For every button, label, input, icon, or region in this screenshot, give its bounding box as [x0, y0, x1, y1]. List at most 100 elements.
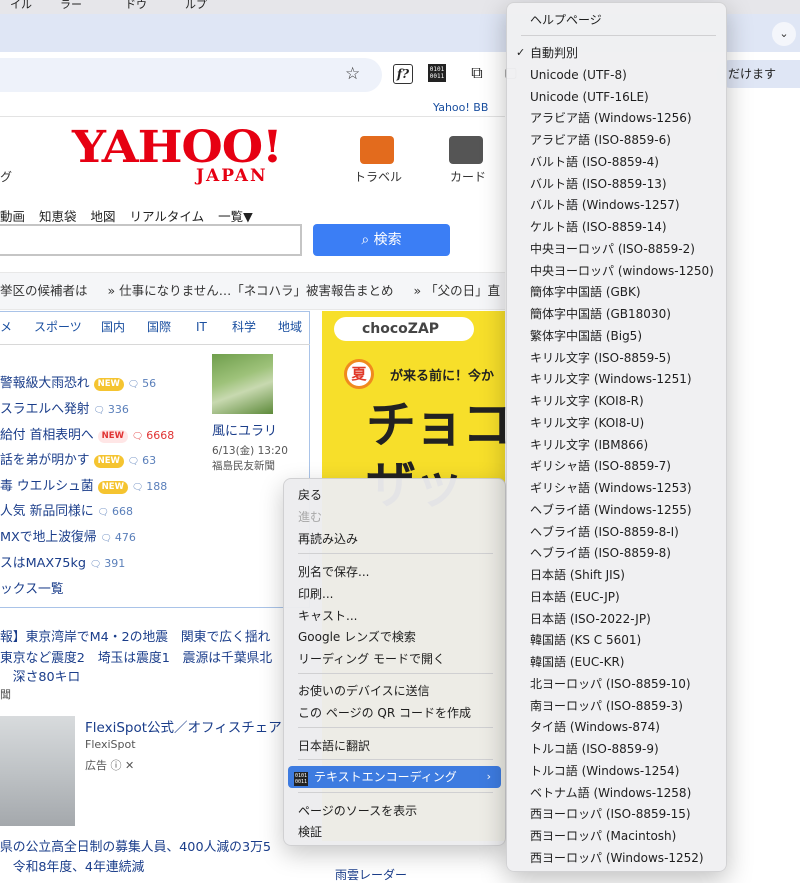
menubar-item[interactable]: イル: [10, 0, 32, 12]
encoding-help-page[interactable]: ヘルプページ: [511, 9, 722, 31]
encoding-option[interactable]: ✓ 自動判別: [511, 42, 722, 64]
yahoo-bb-link[interactable]: Yahoo! BB: [433, 101, 488, 114]
subnav-realtime[interactable]: リアルタイム: [130, 209, 205, 224]
menubar-item[interactable]: ラー: [60, 0, 82, 12]
context-menu-item[interactable]: この ページの QR コードを作成: [288, 702, 501, 724]
encoding-option[interactable]: 中央ヨーロッパ (ISO-8859-2): [511, 238, 722, 260]
context-menu-item[interactable]: 印刷...: [288, 583, 501, 605]
ticker-item[interactable]: » 仕事になりません…「ネコハラ」被害報告まとめ: [108, 283, 394, 298]
news-headline[interactable]: 人気 新品同様に 🗨 668: [0, 500, 133, 519]
encoding-option[interactable]: 簡体字中国語 (GBK): [511, 281, 722, 303]
menubar-item[interactable]: ルプ: [185, 0, 207, 12]
extensions-puzzle-icon[interactable]: ⧉: [466, 62, 488, 84]
comment-count[interactable]: 🗨 668: [98, 505, 133, 518]
encoding-option[interactable]: トルコ語 (Windows-1254): [511, 760, 722, 782]
encoding-option[interactable]: 西ヨーロッパ (ISO-8859-15): [511, 803, 722, 825]
encoding-option[interactable]: 日本語 (EUC-JP): [511, 586, 722, 608]
subnav-list[interactable]: 一覧▼: [218, 209, 253, 224]
flexispot-ad-title[interactable]: FlexiSpot公式／オフィスチェア: [85, 716, 282, 736]
comment-count[interactable]: 🗨 63: [128, 454, 156, 467]
address-bar[interactable]: [0, 58, 382, 92]
comment-count[interactable]: 🗨 6668: [132, 429, 174, 442]
comment-count[interactable]: 🗨 476: [101, 531, 136, 544]
lower-news-line[interactable]: 報】東京湾岸でM4・2の地震 関東で広く揺れ: [0, 626, 270, 645]
encoding-option[interactable]: トルコ語 (ISO-8859-9): [511, 738, 722, 760]
context-menu-item[interactable]: 戻る: [288, 484, 501, 506]
encoding-option[interactable]: 日本語 (Shift JIS): [511, 564, 722, 586]
feature-thumbnail[interactable]: [212, 354, 273, 414]
encoding-option[interactable]: バルト語 (ISO-8859-4): [511, 151, 722, 173]
encoding-option[interactable]: キリル文字 (KOI8-U): [511, 412, 722, 434]
comment-count[interactable]: 🗨 56: [128, 377, 156, 390]
lower-news-line[interactable]: 東京など震度2 埼玉は震度1 震源は千葉県北: [0, 647, 272, 666]
ad-label[interactable]: 広告 ⓘ ✕: [85, 757, 134, 773]
search-button[interactable]: ⌕ 検索: [313, 224, 450, 256]
encoding-option[interactable]: 簡体字中国語 (GB18030): [511, 303, 722, 325]
encoding-option[interactable]: ヘブライ語 (ISO-8859-8): [511, 542, 722, 564]
tab-science[interactable]: 科学: [232, 312, 256, 342]
encoding-option[interactable]: 西ヨーロッパ (Macintosh): [511, 825, 722, 847]
tab-search-chevron-icon[interactable]: ⌄: [772, 22, 796, 46]
encoding-option[interactable]: キリル文字 (ISO-8859-5): [511, 347, 722, 369]
context-menu-item[interactable]: 検証: [288, 821, 501, 843]
lower-news-line[interactable]: 深さ80キロ: [0, 666, 80, 685]
ticker-item[interactable]: » 「父の日」直: [413, 283, 500, 298]
comment-count[interactable]: 🗨 188: [132, 480, 167, 493]
ticker-item[interactable]: 挙区の候補者は: [0, 283, 88, 298]
encoding-option[interactable]: Unicode (UTF-16LE): [511, 86, 722, 108]
encoding-option[interactable]: アラビア語 (ISO-8859-6): [511, 129, 722, 151]
search-input[interactable]: [0, 224, 302, 256]
news-headline[interactable]: 毒 ウエルシュ菌 NEW 🗨 188: [0, 475, 167, 494]
context-menu-item[interactable]: キャスト...: [288, 605, 501, 627]
comment-count[interactable]: 🗨 391: [90, 557, 125, 570]
feature-title[interactable]: 風にユラリ: [212, 420, 277, 439]
news-headline[interactable]: スラエルへ発射 🗨 336: [0, 398, 129, 417]
tab-entertainment[interactable]: メ: [0, 312, 12, 342]
tab-international[interactable]: 国際: [147, 312, 171, 342]
encoding-option[interactable]: 日本語 (ISO-2022-JP): [511, 608, 722, 630]
news-headline[interactable]: 話を弟が明かす NEW 🗨 63: [0, 449, 156, 468]
tab-sports[interactable]: スポーツ: [34, 312, 82, 342]
travel-suitcase-icon[interactable]: [360, 136, 394, 164]
bottom-news-line[interactable]: 県の公立高全日制の募集人員、400人減の3万5: [0, 836, 271, 855]
extension-f-icon[interactable]: f?: [393, 64, 413, 84]
news-headline[interactable]: 給付 首相表明へ NEW 🗨 6668: [0, 424, 174, 443]
bookmark-star-icon[interactable]: ☆: [345, 64, 360, 84]
encoding-option[interactable]: 中央ヨーロッパ (windows-1250): [511, 260, 722, 282]
news-headline[interactable]: ックス一覧: [0, 578, 64, 597]
service-label-card[interactable]: カード: [450, 168, 486, 185]
news-headline[interactable]: 警報級大雨恐れ NEW 🗨 56: [0, 372, 156, 391]
tab-local[interactable]: 地域: [278, 312, 302, 342]
tab-domestic[interactable]: 国内: [101, 312, 125, 342]
encoding-option[interactable]: 繁体字中国語 (Big5): [511, 325, 722, 347]
context-menu-item[interactable]: 日本語に翻訳: [288, 735, 501, 757]
encoding-option[interactable]: バルト語 (ISO-8859-13): [511, 173, 722, 195]
encoding-option[interactable]: キリル文字 (KOI8-R): [511, 390, 722, 412]
subnav-chiebukuro[interactable]: 知恵袋: [39, 209, 77, 224]
encoding-option[interactable]: キリル文字 (Windows-1251): [511, 368, 722, 390]
news-headline[interactable]: スはMAX75kg 🗨 391: [0, 552, 125, 571]
tab-it[interactable]: IT: [196, 312, 207, 342]
card-icon[interactable]: [449, 136, 483, 164]
encoding-option[interactable]: 韓国語 (KS C 5601): [511, 629, 722, 651]
comment-count[interactable]: 🗨 336: [94, 403, 129, 416]
encoding-option[interactable]: タイ語 (Windows-874): [511, 716, 722, 738]
encoding-option[interactable]: 韓国語 (EUC-KR): [511, 651, 722, 673]
encoding-option[interactable]: 南ヨーロッパ (ISO-8859-3): [511, 695, 722, 717]
encoding-option[interactable]: ヘブライ語 (ISO-8859-8-I): [511, 521, 722, 543]
encoding-option[interactable]: キリル文字 (IBM866): [511, 434, 722, 456]
service-label-travel[interactable]: トラベル: [354, 168, 402, 185]
flexispot-ad-image[interactable]: [0, 716, 75, 826]
subnav-video[interactable]: 動画: [0, 209, 25, 224]
menubar-item[interactable]: ドウ: [125, 0, 147, 12]
encoding-option[interactable]: ヘブライ語 (Windows-1255): [511, 499, 722, 521]
context-menu-item[interactable]: 別名で保存...: [288, 561, 501, 583]
encoding-option[interactable]: 西ヨーロッパ (Windows-1252): [511, 847, 722, 869]
encoding-option[interactable]: ギリシャ語 (ISO-8859-7): [511, 455, 722, 477]
context-menu-item[interactable]: 再読み込み: [288, 528, 501, 550]
news-headline[interactable]: MXで地上波復帰 🗨 476: [0, 526, 136, 545]
subnav-map[interactable]: 地図: [91, 209, 116, 224]
encoding-option[interactable]: ギリシャ語 (Windows-1253): [511, 477, 722, 499]
bottom-news-line[interactable]: 令和8年度、4年連続減: [0, 856, 144, 875]
encoding-option[interactable]: アラビア語 (Windows-1256): [511, 107, 722, 129]
